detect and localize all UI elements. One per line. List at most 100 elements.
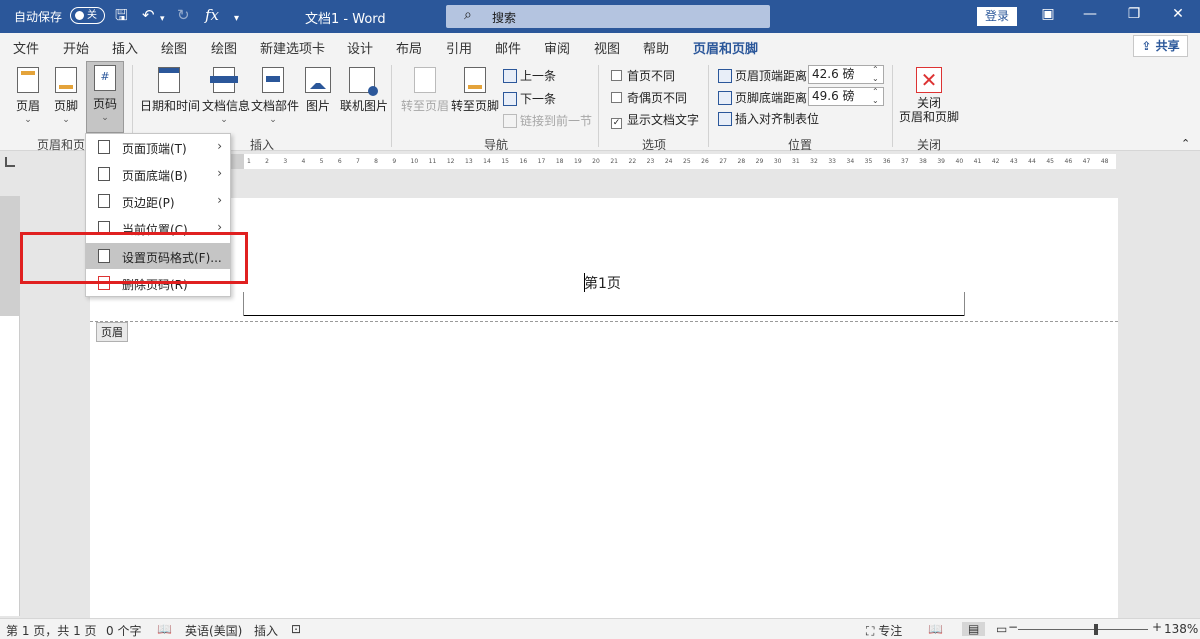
ruler-tick-label: 18: [555, 158, 564, 165]
menu-item-bottom-of-page[interactable]: 页面底端(B) ›: [86, 161, 230, 187]
different-first-label: 首页不同: [627, 69, 676, 83]
tab-review[interactable]: 审阅: [544, 38, 570, 57]
undo-icon[interactable]: ↶: [142, 6, 155, 24]
previous-icon: [503, 69, 517, 83]
ruler-tick-label: 48: [1100, 158, 1109, 165]
ruler-tick-label: 26: [701, 158, 709, 165]
tab-layout[interactable]: 布局: [396, 38, 422, 57]
header-from-top-input[interactable]: 42.6 磅: [808, 65, 884, 84]
save-icon[interactable]: 🖫: [115, 6, 128, 24]
tab-home[interactable]: 开始: [63, 38, 89, 57]
previous-button[interactable]: 上一条: [503, 67, 556, 84]
zoom-out-icon[interactable]: −: [1008, 620, 1018, 634]
autosave-toggle[interactable]: 关: [70, 7, 105, 24]
share-button[interactable]: ⇪ 共享: [1133, 35, 1188, 57]
footer-from-bottom-input[interactable]: 49.6 磅: [808, 87, 884, 106]
proofing-icon[interactable]: 📖: [157, 622, 172, 636]
align-tab-icon: [718, 112, 732, 126]
insert-align-tab-label: 插入对齐制表位: [735, 112, 820, 126]
online-picture-button[interactable]: 联机图片: [340, 64, 388, 132]
tab-header-footer[interactable]: 页眉和页脚: [693, 38, 759, 62]
header-page-number-text[interactable]: 第1页: [584, 273, 621, 293]
tab-references[interactable]: 引用: [446, 38, 472, 57]
ruler-tick-label: 24: [664, 158, 673, 165]
date-time-button[interactable]: 日期和时间: [140, 64, 200, 132]
window-title: 文档1 - Word: [305, 12, 386, 27]
ruler-tick-label: 31: [792, 158, 800, 165]
footer-button[interactable]: 页脚 ⌄: [44, 64, 88, 132]
show-doc-text-checkbox[interactable]: ✓ 显示文档文字: [611, 111, 699, 129]
tab-mailings[interactable]: 邮件: [495, 38, 521, 57]
header-from-top-text: 页眉顶端距离:: [735, 69, 812, 83]
ribbon-display-icon[interactable]: ▣: [1036, 6, 1060, 22]
tab-draw[interactable]: 绘图: [161, 38, 187, 57]
word-count[interactable]: 0 个字: [106, 622, 141, 639]
page-number-icon: #: [94, 65, 116, 91]
print-layout-icon[interactable]: ▤: [962, 622, 986, 636]
link-previous-button[interactable]: 链接到前一节: [503, 112, 592, 129]
menu-item-page-margins[interactable]: 页边距(P) ›: [86, 188, 230, 214]
doc-info-icon: [210, 67, 238, 93]
status-bar: 第 1 页，共 1 页 0 个字 📖 英语(美国) 插入 ⊡ ⛶ 专注 📖 ▤ …: [0, 618, 1200, 639]
tab-insert[interactable]: 插入: [112, 38, 138, 57]
next-button[interactable]: 下一条: [503, 90, 556, 107]
picture-button[interactable]: 图片: [299, 64, 337, 132]
login-button[interactable]: 登录: [977, 7, 1017, 26]
redo-icon[interactable]: ↻: [177, 6, 190, 24]
ruler-tick-label: 16: [519, 158, 528, 165]
customize-toolbar-icon[interactable]: ▾: [234, 10, 239, 28]
footer-label: 页脚: [53, 99, 78, 113]
horizontal-ruler[interactable]: 1 2 3 4 5 6 7 8 9 10 11 12 13 14 15 16 17 18 19 20 21 22 23 24 2…: [244, 154, 1116, 169]
ribbon-tabs: 文件 开始 插入 绘图 绘图 新建选项卡 设计 布局 引用 邮件 审阅 视图 帮…: [0, 33, 1200, 62]
collapse-ribbon-icon[interactable]: ⌃: [1181, 137, 1190, 150]
tab-view[interactable]: 视图: [594, 38, 620, 57]
tab-draw-2[interactable]: 绘图: [211, 38, 237, 57]
tab-help[interactable]: 帮助: [643, 38, 669, 57]
doc-info-button[interactable]: 文档信息 ⌄: [202, 64, 250, 132]
goto-footer-button[interactable]: 转至页脚: [451, 64, 499, 132]
menu-item-label: 页面底端(B): [122, 169, 188, 183]
read-mode-icon[interactable]: 📖: [928, 622, 943, 636]
different-first-page-checkbox[interactable]: 首页不同: [611, 67, 675, 84]
page-info[interactable]: 第 1 页，共 1 页: [6, 622, 97, 639]
macro-record-icon[interactable]: ⊡: [291, 622, 301, 636]
close-header-footer-button[interactable]: ✕ 关闭 页眉和页脚: [898, 64, 960, 132]
ruler-tick-label: 20: [592, 158, 600, 165]
ruler-tick-label: 9: [392, 158, 397, 165]
zoom-level[interactable]: 138%: [1164, 622, 1198, 636]
undo-dropdown-icon[interactable]: ▾: [160, 10, 165, 28]
minimize-icon[interactable]: —: [1078, 6, 1102, 22]
checkbox-unchecked: [611, 70, 622, 81]
zoom-slider-thumb[interactable]: [1094, 624, 1098, 635]
different-odd-even-checkbox[interactable]: 奇偶页不同: [611, 89, 687, 106]
search-box[interactable]: ⌕ 搜索: [446, 5, 770, 28]
doc-parts-button[interactable]: 文档部件 ⌄: [251, 64, 299, 132]
language[interactable]: 英语(美国): [185, 622, 242, 639]
footer-from-bottom-label: 页脚底端距离:: [718, 89, 811, 106]
close-window-icon[interactable]: ✕: [1166, 6, 1190, 22]
insert-mode[interactable]: 插入: [254, 622, 278, 639]
ruler-tick-label: 8: [374, 158, 378, 165]
web-layout-icon[interactable]: ▭: [996, 622, 1007, 636]
ruler-tick-label: 35: [864, 158, 873, 165]
insert-align-tab-button[interactable]: 插入对齐制表位: [718, 110, 819, 127]
page-margin-icon: [98, 194, 110, 208]
tab-file[interactable]: 文件: [13, 38, 39, 57]
zoom-in-icon[interactable]: +: [1152, 620, 1162, 634]
tab-design[interactable]: 设计: [347, 38, 373, 57]
picture-icon: [305, 67, 331, 93]
tab-selector[interactable]: [0, 151, 20, 171]
group-label-navigation: 导航: [484, 138, 509, 152]
chevron-down-icon: ⌄: [62, 115, 70, 125]
menu-item-top-of-page[interactable]: 页面顶端(T) ›: [86, 134, 230, 160]
restore-icon[interactable]: ❐: [1122, 6, 1146, 22]
next-label: 下一条: [520, 92, 557, 106]
tab-new-tab[interactable]: 新建选项卡: [260, 38, 325, 57]
formula-icon[interactable]: fx: [205, 6, 219, 24]
doc-parts-icon: [262, 67, 284, 93]
zoom-slider-track[interactable]: [1018, 629, 1148, 630]
goto-header-button[interactable]: 转至页眉: [401, 64, 449, 132]
focus-mode[interactable]: ⛶ 专注: [866, 622, 902, 639]
group-label-insert: 插入: [250, 138, 275, 152]
page-number-button[interactable]: # 页码 ⌄: [86, 61, 124, 133]
